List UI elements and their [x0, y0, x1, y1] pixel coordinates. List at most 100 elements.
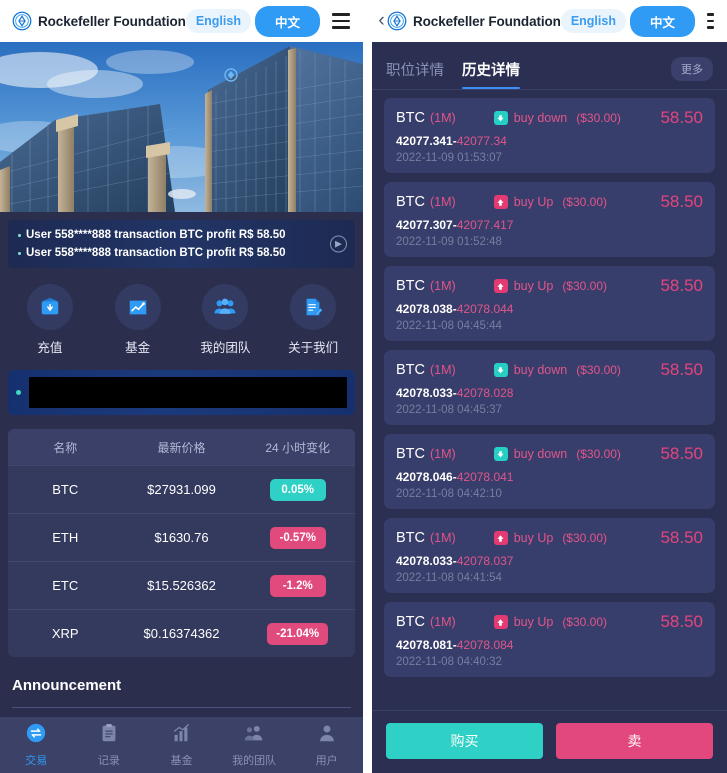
profit-value: 58.50 — [660, 612, 703, 631]
direction-label: buy Up — [513, 615, 554, 629]
quick-action-my-team[interactable]: 我的团队 — [190, 284, 260, 356]
document-pencil-icon — [290, 284, 337, 330]
list-item[interactable]: BTC (1M) buy down ($30.00) 58.50 42078.0… — [384, 350, 715, 425]
table-row[interactable]: ETH $1630.76 -0.57% — [8, 513, 355, 561]
people-icon — [242, 722, 266, 749]
table-row[interactable]: BTC $27931.099 0.05% — [8, 465, 355, 513]
list-item[interactable]: BTC (1M) buy down ($30.00) 58.50 42077.3… — [384, 98, 715, 173]
user-icon — [316, 722, 338, 749]
nav-item-trade[interactable]: 交易 — [0, 722, 73, 768]
list-item[interactable]: BTC (1M) buy Up ($30.00) 58.50 42078.033… — [384, 518, 715, 593]
timestamp: 2022-11-08 04:45:37 — [396, 404, 502, 416]
arrow-up-icon — [493, 615, 508, 629]
list-item[interactable]: BTC (1M) buy Up ($30.00) 58.50 42077.307… — [384, 182, 715, 257]
brand: Rockefeller Foundation — [12, 11, 186, 31]
dual-panel-screenshot: Rockefeller Foundation English 中文 User 5… — [0, 0, 727, 773]
right-topbar: ‹ Rockefeller Foundation English 中文 — [372, 0, 727, 42]
arrow-up-icon — [493, 279, 508, 293]
period: (1M) — [430, 531, 456, 545]
history-row-header: BTC (1M) buy down ($30.00) 58.50 — [396, 108, 703, 128]
lang-english-button[interactable]: English — [560, 9, 626, 33]
symbol: BTC — [396, 194, 425, 210]
quick-actions-row: 充值 基金 我的团队 关于我们 — [0, 268, 363, 370]
nav-label: 记录 — [97, 755, 120, 767]
nav-label: 用户 — [315, 755, 338, 767]
profit-value: 58.50 — [660, 276, 703, 295]
period: (1M) — [430, 615, 456, 629]
timestamp: 2022-11-08 04:42:10 — [396, 488, 502, 500]
arrow-down-icon — [493, 363, 508, 377]
arrow-up-icon — [493, 531, 508, 545]
amount-label: ($30.00) — [576, 363, 621, 377]
list-item[interactable]: BTC (1M) buy Up ($30.00) 58.50 42078.038… — [384, 266, 715, 341]
period: (1M) — [430, 195, 456, 209]
redacted-banner — [8, 370, 355, 415]
announcement-title: Announcement — [12, 677, 122, 694]
ticker-line: User 558****888 transaction BTC profit R… — [18, 244, 321, 262]
amount-label: ($30.00) — [562, 615, 608, 629]
direction-group: buy Up ($30.00) — [493, 279, 607, 293]
lang-chinese-button[interactable]: 中文 — [629, 5, 695, 37]
close-price: 42078.037 — [456, 554, 514, 568]
chevron-left-icon[interactable]: ‹ — [378, 10, 385, 32]
open-price: 42078.033- — [396, 554, 457, 568]
quick-action-about-us[interactable]: 关于我们 — [278, 284, 348, 356]
nav-label: 交易 — [25, 755, 48, 767]
lang-english-button[interactable]: English — [185, 9, 251, 33]
buy-button[interactable]: 购买 — [386, 723, 543, 759]
left-topbar: Rockefeller Foundation English 中文 — [0, 0, 363, 42]
quick-action-fund[interactable]: 基金 — [103, 284, 173, 356]
wallet-icon — [26, 284, 73, 330]
direction-group: buy Up ($30.00) — [493, 195, 608, 209]
sell-button[interactable]: 卖 — [556, 723, 713, 759]
direction-group: buy Up ($30.00) — [493, 615, 608, 629]
chart-growth-icon — [114, 284, 161, 330]
open-price: 42078.081- — [396, 638, 457, 652]
history-row-header: BTC (1M) buy Up ($30.00) 58.50 — [396, 528, 703, 548]
divider — [12, 707, 351, 708]
change-badge: -0.57% — [269, 526, 326, 549]
announcement-ticker[interactable]: User 558****888 transaction BTC profit R… — [8, 220, 355, 268]
history-row-header: BTC (1M) buy down ($30.00) 58.50 — [396, 444, 703, 464]
timestamp: 2022-11-09 01:52:48 — [396, 236, 502, 248]
language-switcher: English 中文 — [560, 5, 695, 37]
market-table: 名称 最新价格 24 小时变化 BTC $27931.099 0.05% ETH… — [8, 429, 355, 657]
nav-item-user[interactable]: 用户 — [290, 722, 363, 768]
quick-action-recharge[interactable]: 充值 — [15, 284, 85, 356]
right-app-panel: ‹ Rockefeller Foundation English 中文 职位详情… — [372, 0, 727, 773]
column-header-name: 名称 — [53, 440, 78, 455]
symbol: BTC — [396, 446, 425, 462]
nav-item-records[interactable]: 记录 — [73, 722, 146, 768]
tab-position-details[interactable]: 职位详情 — [386, 59, 444, 89]
history-row-header: BTC (1M) buy Up ($30.00) 58.50 — [396, 276, 703, 296]
quick-action-label: 基金 — [125, 341, 151, 355]
profit-value: 58.50 — [660, 108, 703, 127]
nav-item-fund[interactable]: 基金 — [145, 722, 218, 768]
tabs-bar: 职位详情 历史详情 更多 — [372, 42, 727, 90]
table-row[interactable]: ETC $15.526362 -1.2% — [8, 561, 355, 609]
symbol: BTC — [396, 530, 425, 546]
timestamp: 2022-11-08 04:41:54 — [396, 572, 502, 584]
close-price: 42077.417 — [456, 218, 514, 232]
price-range: 42078.033-42078.028 — [396, 386, 703, 400]
chevron-right-circle-icon[interactable]: ▶ — [330, 235, 347, 253]
list-item[interactable]: BTC (1M) buy Up ($30.00) 58.50 42078.081… — [384, 602, 715, 677]
lang-chinese-button[interactable]: 中文 — [254, 5, 320, 37]
tab-history-details[interactable]: 历史详情 — [462, 59, 520, 89]
more-badge[interactable]: 更多 — [671, 57, 713, 81]
profit-value: 58.50 — [660, 360, 703, 379]
amount-label: ($30.00) — [562, 195, 608, 209]
direction-group: buy Up ($30.00) — [493, 531, 607, 545]
price-range: 42078.046-42078.041 — [396, 470, 703, 484]
announcement-section: Announcement — [0, 657, 363, 708]
list-item[interactable]: BTC (1M) buy down ($30.00) 58.50 42078.0… — [384, 434, 715, 509]
table-row[interactable]: XRP $0.16374362 -21.04% — [8, 609, 355, 657]
hamburger-menu-icon[interactable] — [332, 13, 350, 29]
open-price: 42078.033- — [396, 386, 457, 400]
status-dot-icon — [16, 390, 21, 395]
hamburger-menu-icon[interactable] — [707, 13, 714, 29]
nav-item-my-team[interactable]: 我的团队 — [218, 722, 291, 768]
quick-action-label: 关于我们 — [288, 341, 339, 355]
profit-value: 58.50 — [660, 444, 703, 463]
price-range: 42077.341-42077.34 — [396, 134, 703, 148]
